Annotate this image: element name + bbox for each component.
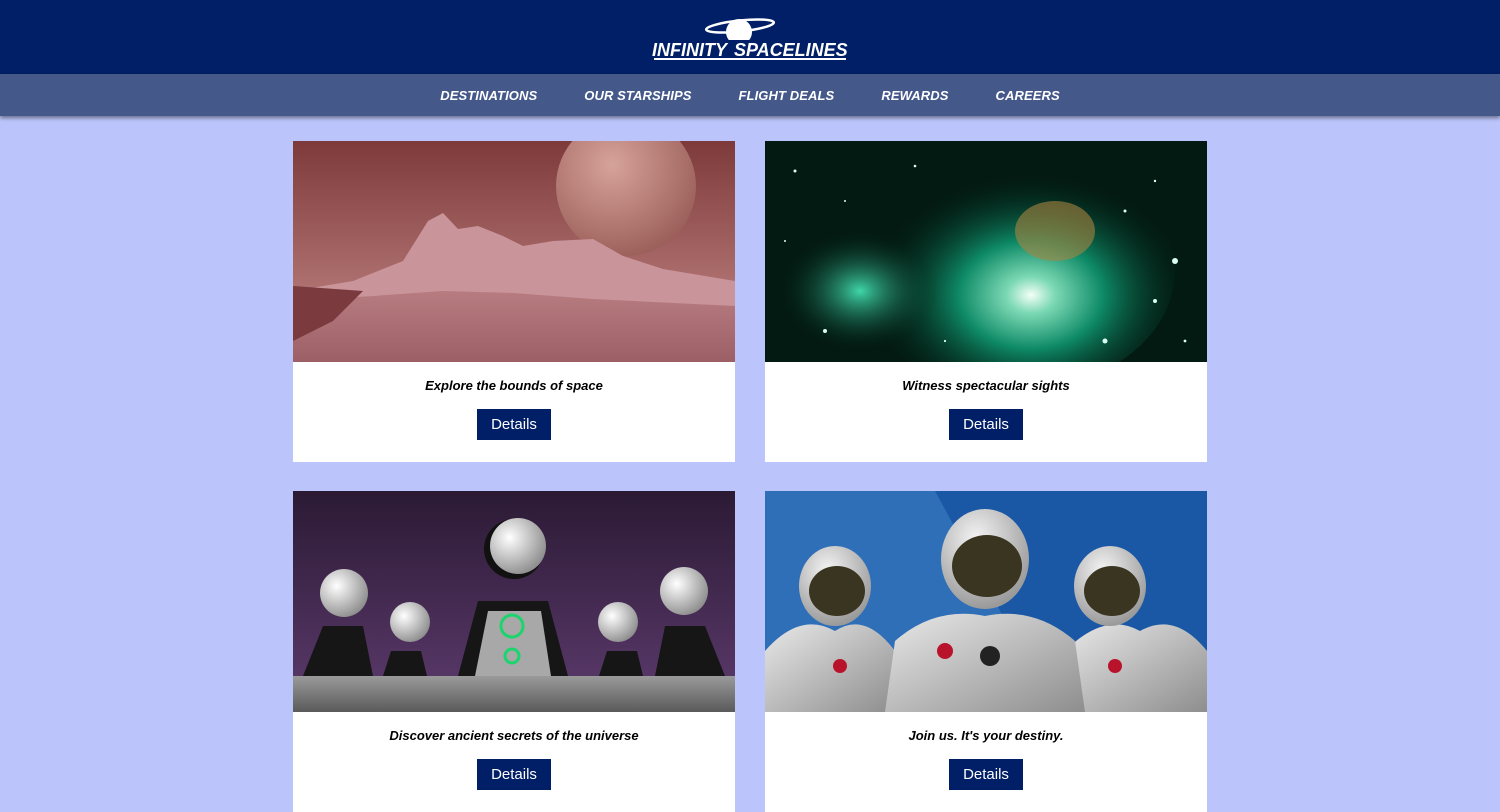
details-button[interactable]: Details [949, 409, 1023, 440]
nav-rewards[interactable]: REWARDS [881, 88, 948, 103]
card-join: Join us. It's your destiny. Details [765, 491, 1207, 812]
card-caption: Discover ancient secrets of the universe [389, 728, 639, 743]
logo[interactable]: INFINITY SPACELINES [650, 12, 850, 62]
main-nav: DESTINATIONS OUR STARSHIPS FLIGHT DEALS … [0, 74, 1500, 116]
orb-council-image [293, 491, 735, 712]
nav-our-starships[interactable]: OUR STARSHIPS [584, 88, 691, 103]
nav-destinations[interactable]: DESTINATIONS [440, 88, 537, 103]
svg-text:SPACELINES: SPACELINES [734, 40, 848, 60]
alien-planet-image [293, 141, 735, 362]
card-caption: Explore the bounds of space [425, 378, 603, 393]
site-header: INFINITY SPACELINES [0, 0, 1500, 74]
details-button[interactable]: Details [949, 759, 1023, 790]
card-caption: Join us. It's your destiny. [908, 728, 1064, 743]
details-button[interactable]: Details [477, 409, 551, 440]
card-explore: Explore the bounds of space Details [293, 141, 735, 462]
card-discover: Discover ancient secrets of the universe… [293, 491, 735, 812]
nav-careers[interactable]: CAREERS [995, 88, 1059, 103]
details-button[interactable]: Details [477, 759, 551, 790]
card-grid: Explore the bounds of space Details Witn… [293, 141, 1207, 812]
astronauts-image [765, 491, 1207, 712]
nebula-image [765, 141, 1207, 362]
card-caption: Witness spectacular sights [902, 378, 1070, 393]
card-witness: Witness spectacular sights Details [765, 141, 1207, 462]
nav-flight-deals[interactable]: FLIGHT DEALS [739, 88, 835, 103]
svg-text:INFINITY: INFINITY [652, 40, 729, 60]
